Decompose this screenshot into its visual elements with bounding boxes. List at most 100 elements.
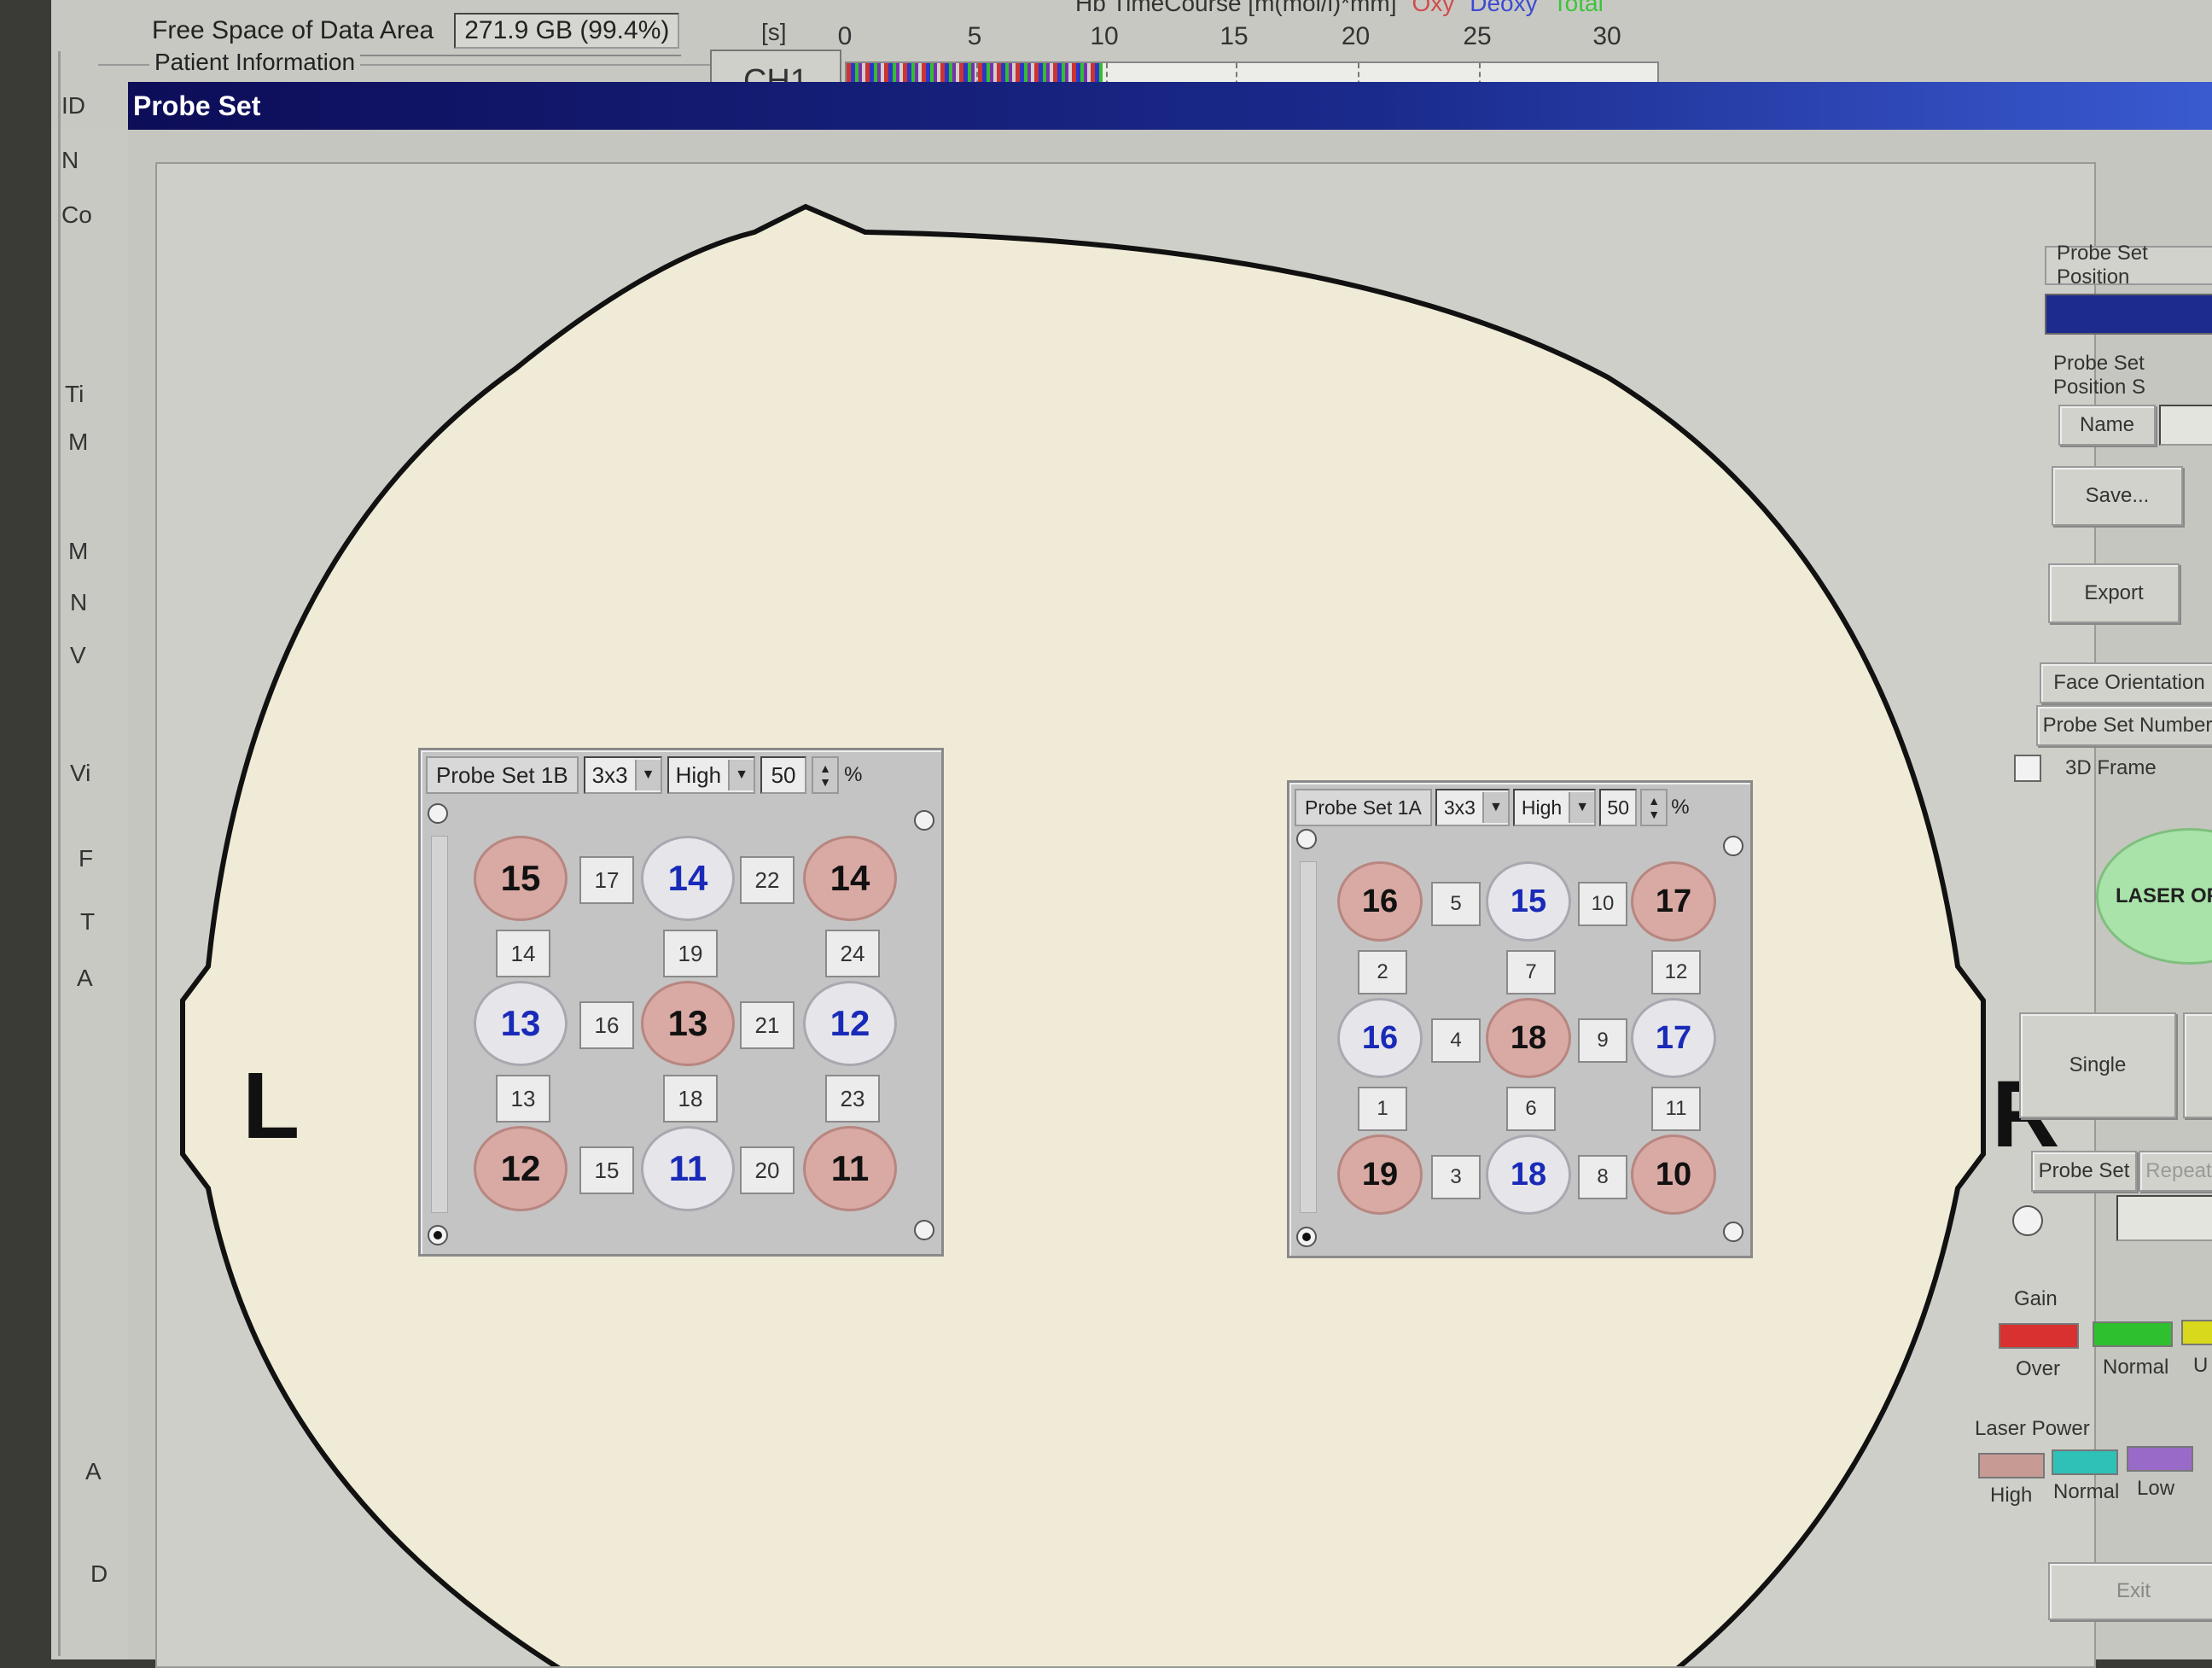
3d-frame-checkbox[interactable]: [2014, 755, 2041, 782]
face-orientation-button[interactable]: Face Orientation: [2040, 662, 2212, 703]
corner-radio-selected[interactable]: [428, 1225, 448, 1245]
source-optode[interactable]: 12: [474, 1126, 568, 1211]
channel-box[interactable]: 5: [1431, 882, 1481, 926]
detector-optode[interactable]: 14: [641, 836, 735, 921]
patient-name-label: N: [61, 147, 79, 173]
name-input[interactable]: [2159, 405, 2212, 446]
detector-optode[interactable]: 13: [474, 981, 568, 1066]
number-label: N: [70, 589, 88, 615]
detector-optode[interactable]: 12: [803, 981, 897, 1066]
name-label-button: Name: [2058, 405, 2156, 446]
source-optode[interactable]: 15: [474, 836, 568, 921]
repeat-input[interactable]: [2116, 1195, 2212, 1241]
analysis-label: A: [85, 1458, 102, 1484]
channel-box[interactable]: 8: [1578, 1155, 1627, 1199]
channel-box[interactable]: 10: [1578, 882, 1627, 926]
channel-box[interactable]: 19: [663, 930, 718, 977]
position-bar: [2045, 294, 2212, 335]
export-button[interactable]: Export: [2048, 563, 2180, 623]
probe-set-1a-percent-input[interactable]: 50: [1599, 789, 1638, 826]
timecourse-label: Hb TimeCourse [m(mol/l)*mm]: [1075, 0, 1397, 16]
probe-set-titlebar[interactable]: Probe Set: [128, 82, 2212, 130]
corner-radio[interactable]: [914, 1220, 934, 1240]
channel-box[interactable]: 4: [1431, 1018, 1481, 1063]
probe-set-1b-power-select[interactable]: High ▼: [667, 756, 756, 794]
probe-set-1a-panel[interactable]: Probe Set 1A 3x3 ▼ High ▼ 50 ▲ ▼ % 16 15 17…: [1287, 780, 1753, 1258]
corner-radio[interactable]: [1296, 829, 1317, 849]
channel-box[interactable]: 21: [740, 1001, 795, 1049]
repeat-button[interactable]: Repeat: [2139, 1151, 2212, 1192]
probe-set-1b-percent-input[interactable]: 50: [760, 756, 807, 794]
probe-set-button[interactable]: Probe Set: [2031, 1151, 2137, 1192]
gain-over-swatch: [1999, 1323, 2079, 1349]
left-side-label: L: [242, 1053, 300, 1158]
channel-box[interactable]: 9: [1578, 1018, 1627, 1063]
view-group-label: Vi: [70, 760, 91, 786]
detector-optode[interactable]: 15: [1486, 861, 1571, 942]
comment-label: Co: [61, 201, 92, 228]
probe-set-1a-spinner[interactable]: ▲ ▼: [1640, 789, 1668, 826]
single-button[interactable]: Single: [2019, 1012, 2176, 1118]
source-optode[interactable]: 17: [1631, 861, 1716, 942]
channel-box[interactable]: 2: [1358, 950, 1407, 994]
detector-optode[interactable]: 16: [1337, 998, 1423, 1078]
channel-box[interactable]: 18: [663, 1075, 718, 1123]
channel-box[interactable]: 7: [1506, 950, 1556, 994]
corner-radio[interactable]: [914, 810, 934, 831]
source-optode[interactable]: 14: [803, 836, 897, 921]
exit-button[interactable]: Exit: [2048, 1562, 2212, 1620]
probe-set-1a-power-select[interactable]: High ▼: [1512, 789, 1597, 826]
source-optode[interactable]: 18: [1486, 998, 1571, 1078]
legend-deoxy: Deoxy: [1470, 0, 1538, 16]
channel-box[interactable]: 1: [1358, 1087, 1407, 1131]
source-optode[interactable]: 19: [1337, 1134, 1423, 1215]
probe-set-1b-spinner[interactable]: ▲ ▼: [812, 756, 840, 794]
channel-box[interactable]: 24: [825, 930, 880, 977]
channel-box[interactable]: 11: [1651, 1087, 1701, 1131]
detector-optode[interactable]: 11: [641, 1126, 735, 1211]
channel-box[interactable]: 13: [496, 1075, 550, 1123]
corner-radio[interactable]: [1723, 1222, 1743, 1242]
measure-group-label: M: [68, 538, 89, 564]
probe-set-window: Probe Set L R Probe Set 1B 3x3▼ High▼ 50…: [128, 82, 2212, 1668]
channel-box[interactable]: 22: [740, 856, 795, 904]
detector-optode[interactable]: 17: [1631, 998, 1716, 1078]
probe-set-1b-panel[interactable]: Probe Set 1B 3x3 ▼ High ▼ 50 ▲ ▼ % 15 14 14…: [418, 748, 944, 1257]
corner-radio[interactable]: [428, 803, 448, 824]
continuous-button[interactable]: [2183, 1012, 2212, 1118]
channel-box[interactable]: 14: [496, 930, 550, 977]
channel-box[interactable]: 20: [740, 1146, 795, 1194]
probe-set-1b-layout-select[interactable]: 3x3 ▼: [583, 756, 662, 794]
lp-high-swatch: [1978, 1453, 2045, 1478]
source-optode[interactable]: 10: [1631, 1134, 1716, 1215]
corner-radio[interactable]: [1723, 836, 1743, 856]
channel-box[interactable]: 17: [579, 856, 634, 904]
probe-set-number-button[interactable]: Probe Set Number: [2036, 705, 2212, 746]
panel-slider[interactable]: [1300, 861, 1317, 1213]
source-optode[interactable]: 13: [641, 981, 735, 1066]
channel-box[interactable]: 23: [825, 1075, 880, 1123]
save-button[interactable]: Save...: [2052, 466, 2183, 526]
source-optode[interactable]: 16: [1337, 861, 1423, 942]
lp-low-swatch: [2127, 1446, 2193, 1472]
probe-set-radio[interactable]: [2012, 1205, 2043, 1236]
head-canvas: L R Probe Set 1B 3x3▼ High▼ 50 ▲▼ % 15: [155, 162, 2096, 1668]
tick-label: 20: [1341, 22, 1371, 50]
channel-box[interactable]: 15: [579, 1146, 634, 1194]
probe-set-1a-layout-select[interactable]: 3x3 ▼: [1435, 789, 1510, 826]
lp-normal-swatch: [2052, 1449, 2118, 1475]
percent-label: %: [1671, 796, 1690, 819]
detector-optode[interactable]: 18: [1486, 1134, 1571, 1215]
channel-box[interactable]: 6: [1506, 1087, 1556, 1131]
patient-information-label: Patient Information: [149, 49, 361, 76]
panel-slider[interactable]: [431, 836, 448, 1213]
type-label: T: [80, 908, 96, 935]
free-space-value: 271.9 GB (99.4%): [454, 13, 680, 49]
channel-box[interactable]: 3: [1431, 1155, 1481, 1199]
corner-radio-selected[interactable]: [1296, 1227, 1317, 1247]
channel-box[interactable]: 16: [579, 1001, 634, 1049]
chevron-down-icon: ▼: [1569, 792, 1595, 823]
chevron-down-icon: ▼: [728, 760, 754, 790]
source-optode[interactable]: 11: [803, 1126, 897, 1211]
channel-box[interactable]: 12: [1651, 950, 1701, 994]
